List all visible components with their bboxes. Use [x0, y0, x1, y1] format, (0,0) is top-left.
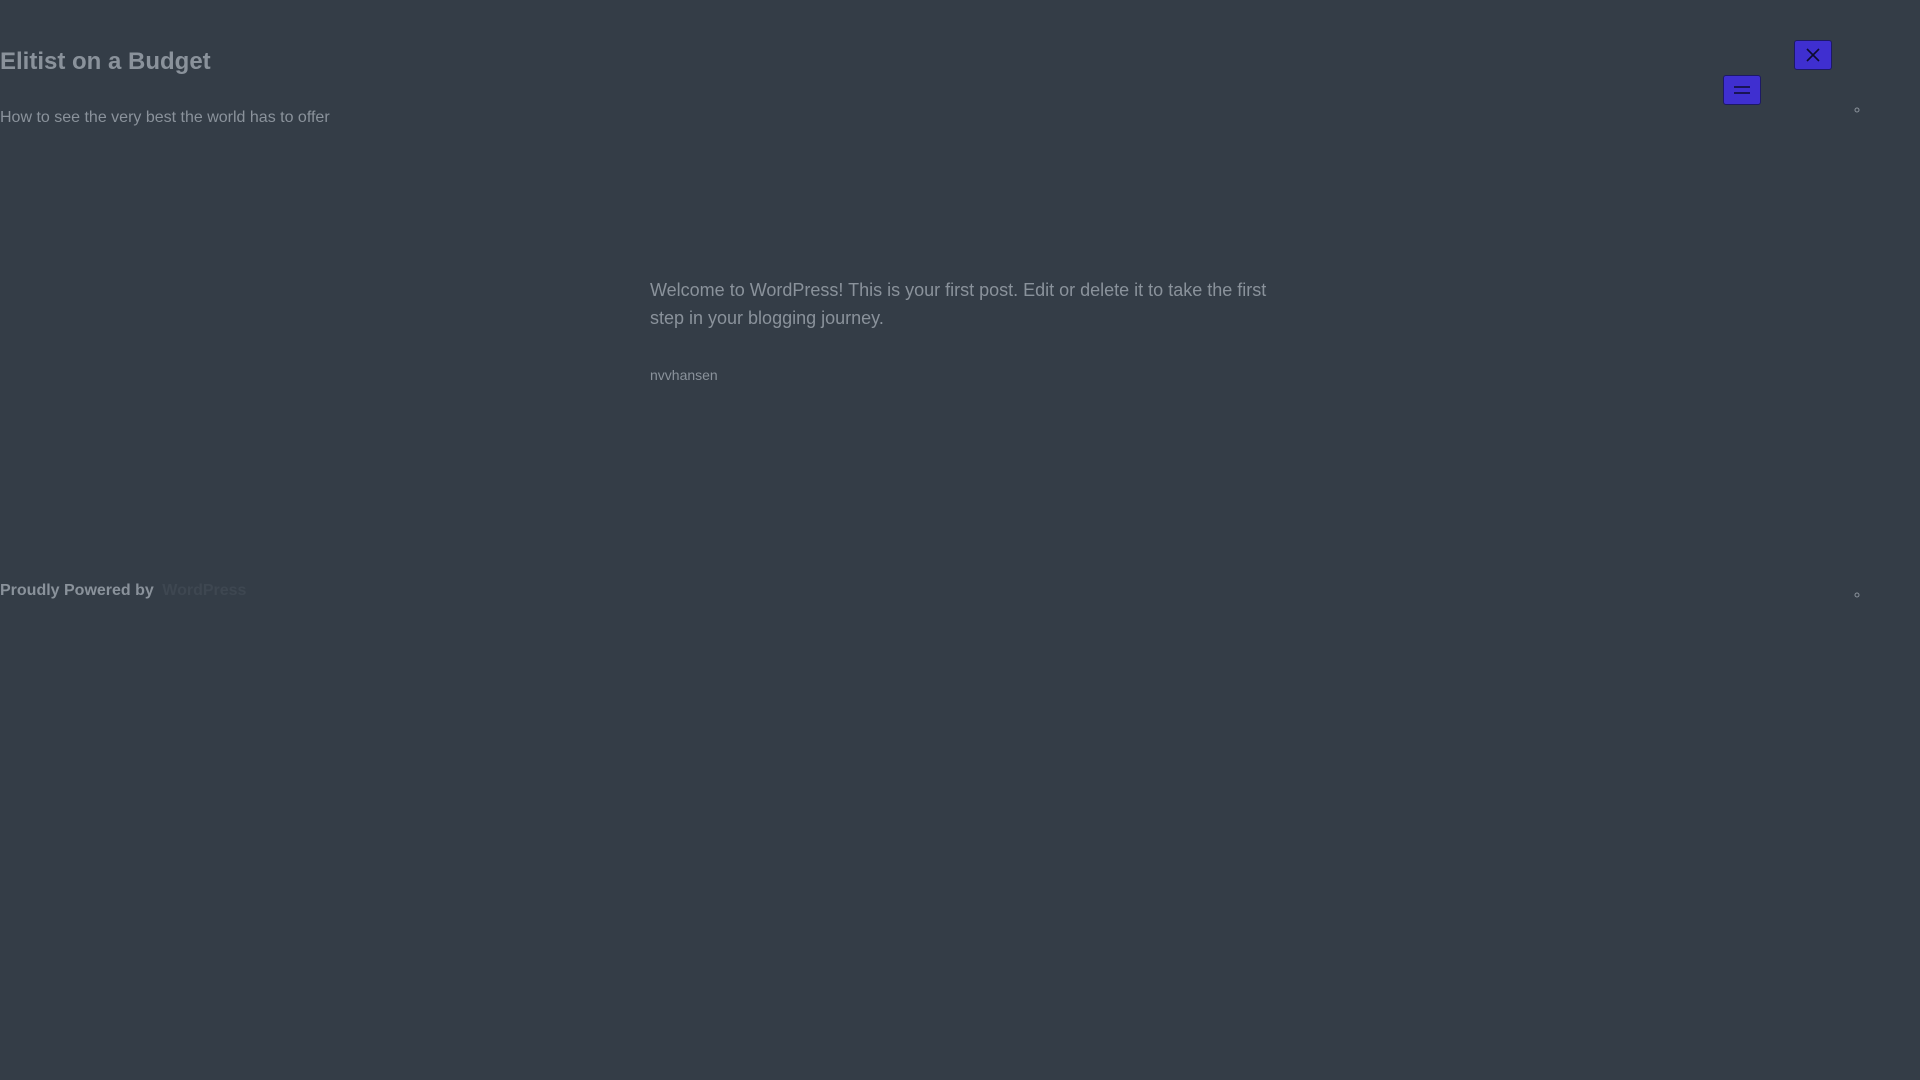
close-menu-button[interactable]: [1794, 40, 1832, 70]
hamburger-icon: [1734, 86, 1750, 94]
post: Welcome to WordPress! This is your first…: [650, 276, 1280, 383]
header-nav-list: [1850, 100, 1870, 118]
menu-toggle-button[interactable]: [1723, 75, 1761, 105]
post-excerpt: Welcome to WordPress! This is your first…: [650, 280, 1267, 328]
post-author[interactable]: nvvhansen: [650, 366, 718, 384]
footer-nav-list: [1850, 585, 1870, 603]
site-tagline: How to see the very best the world has t…: [0, 109, 330, 126]
site-footer: Proudly Powered by WordPress: [0, 580, 246, 602]
site-header: Elitist on a Budget How to see the very …: [0, 0, 1920, 160]
wordpress-link[interactable]: WordPress: [162, 582, 246, 599]
close-icon: [1806, 48, 1820, 62]
powered-by-label: Proudly Powered by: [0, 582, 154, 599]
site-title[interactable]: Elitist on a Budget: [0, 47, 211, 77]
